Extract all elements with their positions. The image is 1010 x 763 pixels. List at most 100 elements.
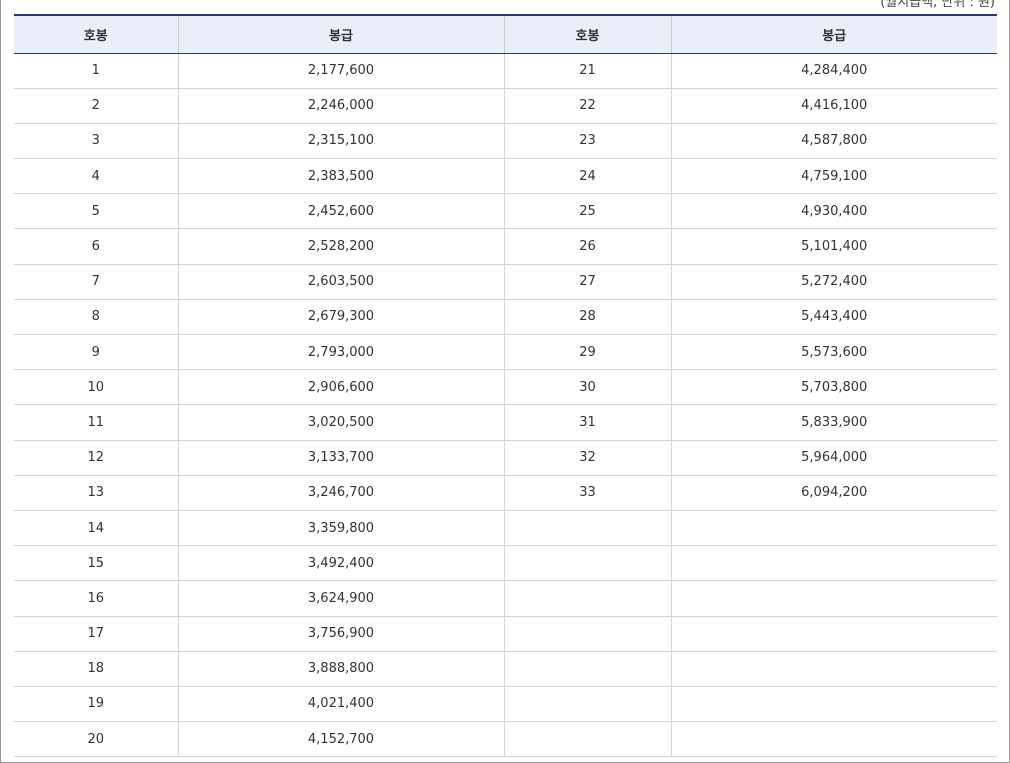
salary-cell	[671, 721, 997, 758]
step-cell: 19	[14, 686, 179, 723]
salary-cell: 2,679,300	[178, 299, 505, 336]
step-cell: 7	[14, 264, 179, 300]
step-cell: 13	[14, 475, 179, 511]
step-cell: 11	[14, 404, 179, 441]
step-cell: 8	[14, 299, 179, 336]
step-cell: 9	[14, 334, 179, 371]
step-cell	[504, 580, 672, 617]
table-row: 1 2,177,600 21 4,284,400	[14, 53, 997, 89]
salary-table: 호봉 봉급 호봉 봉급 1 2,177,600 21 4,284,400 2 2,246,…	[14, 14, 997, 758]
step-cell: 10	[14, 369, 179, 406]
step-cell: 30	[504, 369, 672, 406]
step-cell: 24	[504, 158, 672, 195]
salary-cell	[671, 545, 997, 582]
header-step-right: 호봉	[504, 14, 672, 54]
table-row: 15 3,492,400	[14, 545, 997, 582]
table-row: 11 3,020,500 31 5,833,900	[14, 404, 997, 441]
table-row: 19 4,021,400	[14, 686, 997, 723]
salary-cell: 3,624,900	[178, 580, 505, 617]
step-cell: 18	[14, 651, 179, 687]
salary-cell: 4,759,100	[671, 158, 997, 195]
table-row: 10 2,906,600 30 5,703,800	[14, 369, 997, 406]
salary-cell: 3,888,800	[178, 651, 505, 687]
step-cell: 1	[14, 53, 179, 89]
salary-cell: 2,603,500	[178, 264, 505, 300]
table-row: 9 2,793,000 29 5,573,600	[14, 334, 997, 371]
step-cell	[504, 651, 672, 687]
table-row: 3 2,315,100 23 4,587,800	[14, 123, 997, 160]
salary-cell: 5,833,900	[671, 404, 997, 441]
salary-cell: 2,452,600	[178, 193, 505, 230]
step-cell: 14	[14, 510, 179, 547]
step-cell: 15	[14, 545, 179, 582]
step-cell	[504, 510, 672, 547]
step-cell: 5	[14, 193, 179, 230]
salary-cell: 2,177,600	[178, 53, 505, 89]
step-cell: 28	[504, 299, 672, 336]
step-cell	[504, 616, 672, 652]
header-salary-left: 봉급	[178, 14, 505, 54]
salary-cell: 4,587,800	[671, 123, 997, 160]
step-cell: 31	[504, 404, 672, 441]
salary-cell: 3,756,900	[178, 616, 505, 652]
step-cell	[504, 545, 672, 582]
table-row: 6 2,528,200 26 5,101,400	[14, 228, 997, 265]
step-cell: 23	[504, 123, 672, 160]
step-cell: 21	[504, 53, 672, 89]
salary-cell: 3,359,800	[178, 510, 505, 547]
salary-cell: 4,416,100	[671, 88, 997, 124]
salary-cell: 5,703,800	[671, 369, 997, 406]
step-cell: 20	[14, 721, 179, 758]
salary-cell: 5,101,400	[671, 228, 997, 265]
table-row: 4 2,383,500 24 4,759,100	[14, 158, 997, 195]
table-row: 7 2,603,500 27 5,272,400	[14, 264, 997, 300]
table-row: 18 3,888,800	[14, 651, 997, 687]
salary-cell: 3,020,500	[178, 404, 505, 441]
step-cell: 25	[504, 193, 672, 230]
step-cell: 3	[14, 123, 179, 160]
table-row: 8 2,679,300 28 5,443,400	[14, 299, 997, 336]
salary-cell: 4,284,400	[671, 53, 997, 89]
salary-cell	[671, 651, 997, 687]
salary-cell: 2,315,100	[178, 123, 505, 160]
step-cell: 33	[504, 475, 672, 511]
salary-cell: 5,573,600	[671, 334, 997, 371]
step-cell: 26	[504, 228, 672, 265]
header-salary-right: 봉급	[671, 14, 997, 54]
step-cell: 12	[14, 440, 179, 476]
salary-cell: 5,443,400	[671, 299, 997, 336]
salary-cell	[671, 580, 997, 617]
step-cell: 2	[14, 88, 179, 124]
salary-cell: 4,152,700	[178, 721, 505, 758]
unit-note: (월지급액, 단위 : 원)	[880, 0, 995, 10]
salary-cell: 3,492,400	[178, 545, 505, 582]
salary-cell: 2,793,000	[178, 334, 505, 371]
table-row: 12 3,133,700 32 5,964,000	[14, 440, 997, 476]
salary-cell: 2,383,500	[178, 158, 505, 195]
salary-cell: 3,246,700	[178, 475, 505, 511]
step-cell: 29	[504, 334, 672, 371]
salary-cell: 2,906,600	[178, 369, 505, 406]
step-cell: 6	[14, 228, 179, 265]
step-cell: 32	[504, 440, 672, 476]
salary-cell: 4,021,400	[178, 686, 505, 723]
salary-cell: 6,094,200	[671, 475, 997, 511]
step-cell: 4	[14, 158, 179, 195]
table-row: 16 3,624,900	[14, 580, 997, 617]
salary-cell	[671, 686, 997, 723]
step-cell: 17	[14, 616, 179, 652]
table-row: 13 3,246,700 33 6,094,200	[14, 475, 997, 511]
step-cell: 27	[504, 264, 672, 300]
table-row: 14 3,359,800	[14, 510, 997, 547]
header-step-left: 호봉	[14, 14, 179, 54]
step-cell: 22	[504, 88, 672, 124]
salary-cell	[671, 616, 997, 652]
salary-cell: 2,246,000	[178, 88, 505, 124]
table-row: 20 4,152,700	[14, 721, 997, 758]
salary-cell: 5,272,400	[671, 264, 997, 300]
step-cell	[504, 721, 672, 758]
salary-cell	[671, 510, 997, 547]
table-row: 5 2,452,600 25 4,930,400	[14, 193, 997, 230]
salary-cell: 5,964,000	[671, 440, 997, 476]
page-frame: (월지급액, 단위 : 원) 호봉 봉급 호봉 봉급 1 2,177,600 21 4…	[0, 0, 1010, 763]
